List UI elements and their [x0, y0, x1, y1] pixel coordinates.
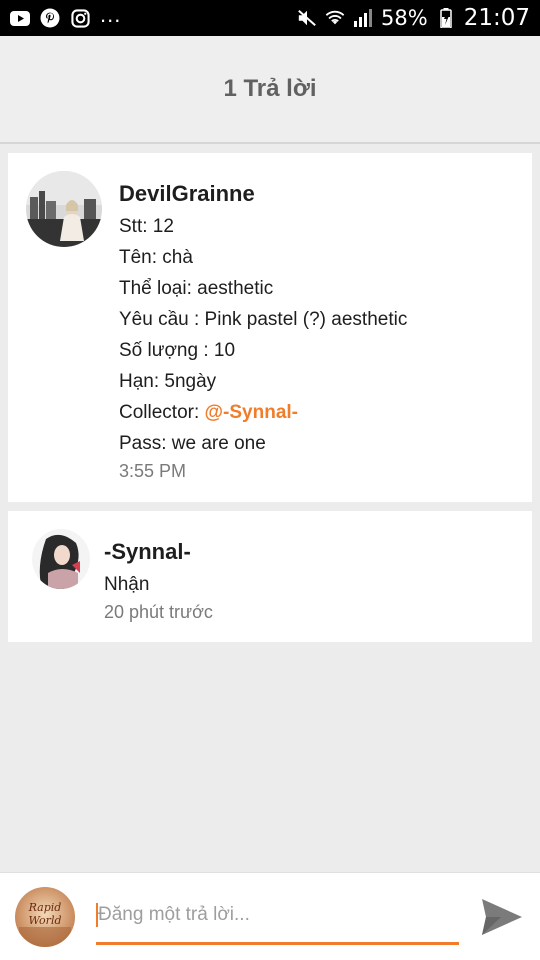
mention-link[interactable]: @-Synnal-: [205, 402, 298, 423]
battery-icon: [436, 8, 456, 28]
signal-icon: [353, 8, 373, 28]
send-icon: [482, 899, 522, 935]
page-title: 1 Trả lời: [223, 75, 317, 102]
avatar[interactable]: [32, 529, 90, 589]
reply-card: -Synnal- Nhận 20 phút trước: [8, 511, 532, 642]
wifi-icon: [325, 8, 345, 28]
reply-input-wrapper: [96, 895, 459, 945]
reply-username[interactable]: -Synnal-: [104, 539, 191, 565]
text-caret: [96, 903, 98, 927]
post-line: Tên: chà: [119, 247, 193, 268]
clock: 21:07: [463, 5, 530, 31]
reply-timestamp: 20 phút trước: [104, 602, 213, 622]
post-card: DevilGrainne Stt: 12 Tên: chà Thể loại: …: [8, 153, 532, 502]
post-body: Stt: 12 Tên: chà Thể loại: aesthetic Yêu…: [119, 216, 407, 464]
status-bar: ... 58% 21:07: [0, 0, 540, 36]
youtube-icon: [10, 8, 30, 28]
post-line: Stt: 12: [119, 216, 174, 237]
reply-input[interactable]: [96, 895, 459, 935]
collector-label: Collector:: [119, 402, 205, 423]
post-username[interactable]: DevilGrainne: [119, 181, 255, 207]
post-line: Pass: we are one: [119, 433, 266, 454]
my-avatar[interactable]: Rapid World: [15, 887, 75, 947]
post-line: Thể loại: aesthetic: [119, 278, 274, 299]
send-button[interactable]: [478, 895, 526, 939]
post-line: Yêu cầu : Pink pastel (?) aesthetic: [119, 309, 408, 330]
post-timestamp: 3:55 PM: [119, 461, 187, 481]
battery-percent: 58%: [381, 6, 428, 30]
svg-text:World: World: [29, 914, 62, 927]
avatar-logo-text: Rapid: [28, 901, 62, 914]
post-line: Hạn: 5ngày: [119, 371, 217, 392]
header: 1 Trả lời: [0, 36, 540, 144]
mute-icon: [297, 8, 317, 28]
pinterest-icon: [40, 8, 60, 28]
collector-line: Collector: @-Synnal-: [119, 402, 407, 433]
more-notifications-indicator: ...: [100, 2, 122, 27]
avatar[interactable]: [26, 171, 102, 247]
post-line: Số lượng : 10: [119, 340, 236, 361]
reply-text: Nhận: [104, 574, 150, 595]
instagram-icon: [70, 8, 90, 28]
reply-composer: Rapid World: [0, 872, 540, 960]
